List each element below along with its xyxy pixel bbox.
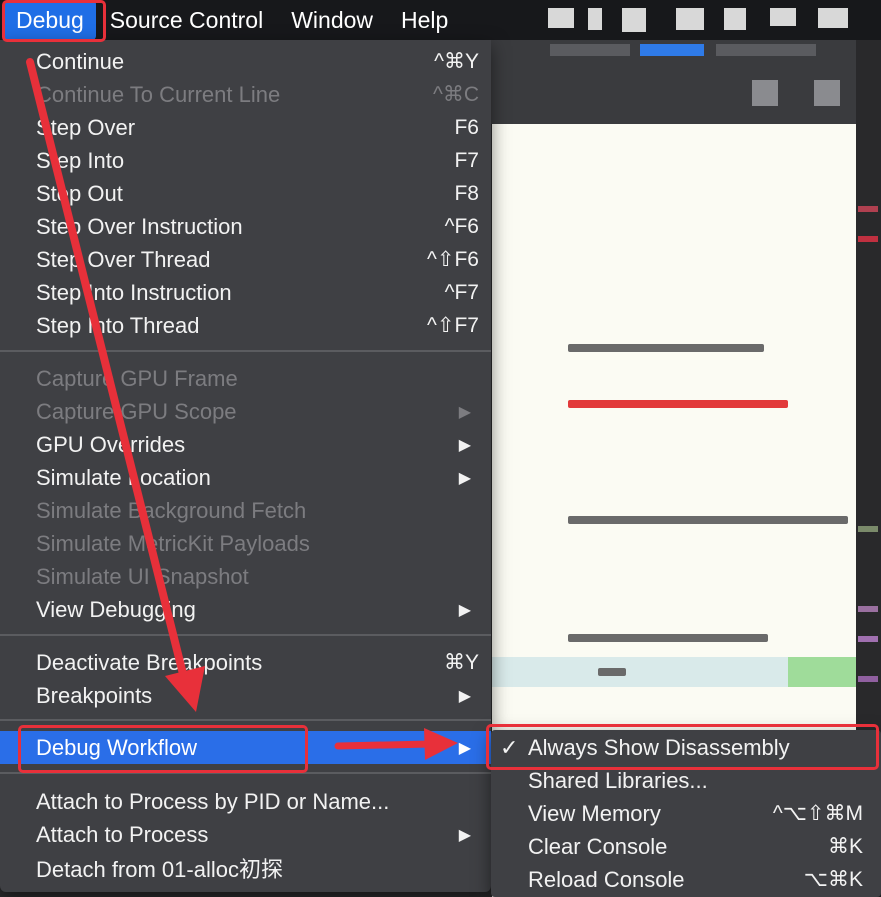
annotation-arrows <box>26 58 458 760</box>
annotation-arrow-right-head <box>424 728 458 760</box>
annotation-arrow-right <box>334 740 434 750</box>
annotation-arrow-down <box>26 58 190 690</box>
annotation-arrow-down-head <box>165 666 205 712</box>
